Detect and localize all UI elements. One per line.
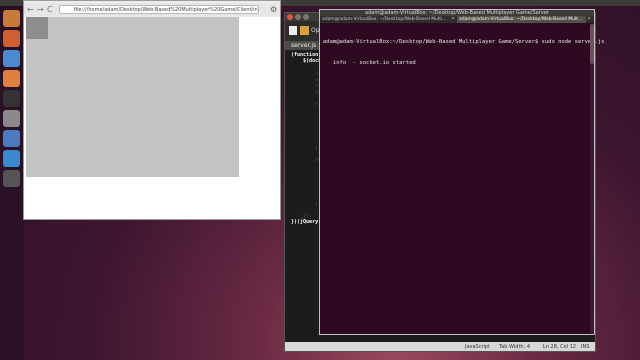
maximize-icon[interactable] xyxy=(303,14,309,20)
firefox-icon[interactable] xyxy=(3,30,20,47)
terminal-icon[interactable] xyxy=(3,90,20,107)
terminal-line: info - socket.io started xyxy=(323,60,416,66)
reload-button[interactable]: C xyxy=(47,5,53,14)
ubuntu-software-icon[interactable] xyxy=(3,70,20,87)
launcher xyxy=(0,6,24,360)
gedit-icon[interactable] xyxy=(3,110,20,127)
terminal-window: adam@adam-VirtualBox: ~/Desktop/Web-Base… xyxy=(319,9,605,335)
minimize-icon[interactable] xyxy=(295,14,301,20)
tab-server-js[interactable]: server.js xyxy=(291,42,316,49)
cursor-position: Ln 28, Col 12 xyxy=(543,344,576,350)
workspace-icon[interactable] xyxy=(3,170,20,187)
insert-mode: INS xyxy=(581,344,590,350)
home-folder-icon[interactable] xyxy=(3,10,20,27)
chromium-icon[interactable] xyxy=(3,50,20,67)
language-selector[interactable]: JavaScript xyxy=(465,344,490,350)
remmina-icon[interactable] xyxy=(3,130,20,147)
close-icon[interactable]: ✕ xyxy=(451,16,455,23)
new-document-icon[interactable] xyxy=(289,26,297,35)
scrollbar-thumb[interactable] xyxy=(590,24,594,64)
terminal-tab-bar: adam@adam-VirtualBox: ~/Desktop/Web-Base… xyxy=(320,16,594,23)
help-icon[interactable] xyxy=(3,150,20,167)
terminal-tab-1[interactable]: adam@adam-VirtualBox: ~/Desktop/Web-Base… xyxy=(320,16,450,23)
code-line: (function xyxy=(291,52,319,58)
terminal-tab-2[interactable]: adam@adam-VirtualBox: ~/Desktop/Web-Base… xyxy=(457,16,586,23)
close-icon[interactable]: ✕ xyxy=(587,16,591,23)
game-field[interactable] xyxy=(26,17,239,177)
browser-toolbar: ← → C file:///home/adam/Desktop/Web-Base… xyxy=(24,3,280,16)
address-bar[interactable]: file:///home/adam/Desktop/Web-Based%20Mu… xyxy=(59,5,259,14)
forward-button[interactable]: → xyxy=(37,5,44,14)
player-square xyxy=(26,17,48,39)
wrench-icon[interactable]: ⚙ xyxy=(270,5,277,14)
terminal-output[interactable]: adam@adam-VirtualBox:~/Desktop/Web-Based… xyxy=(323,25,605,81)
terminal-line: adam@adam-VirtualBox:~/Desktop/Web-Based… xyxy=(323,39,605,45)
editor-statusbar: JavaScript Tab Width: 4 Ln 28, Col 12 IN… xyxy=(285,342,595,351)
back-button[interactable]: ← xyxy=(27,5,34,14)
browser-window: ← → C file:///home/adam/Desktop/Web-Base… xyxy=(23,0,281,220)
terminal-scrollbar[interactable] xyxy=(590,24,594,334)
tab-width-selector[interactable]: Tab Width: 4 xyxy=(499,344,530,350)
open-folder-icon[interactable] xyxy=(300,26,309,35)
close-icon[interactable] xyxy=(287,14,293,20)
browser-content xyxy=(24,17,280,219)
